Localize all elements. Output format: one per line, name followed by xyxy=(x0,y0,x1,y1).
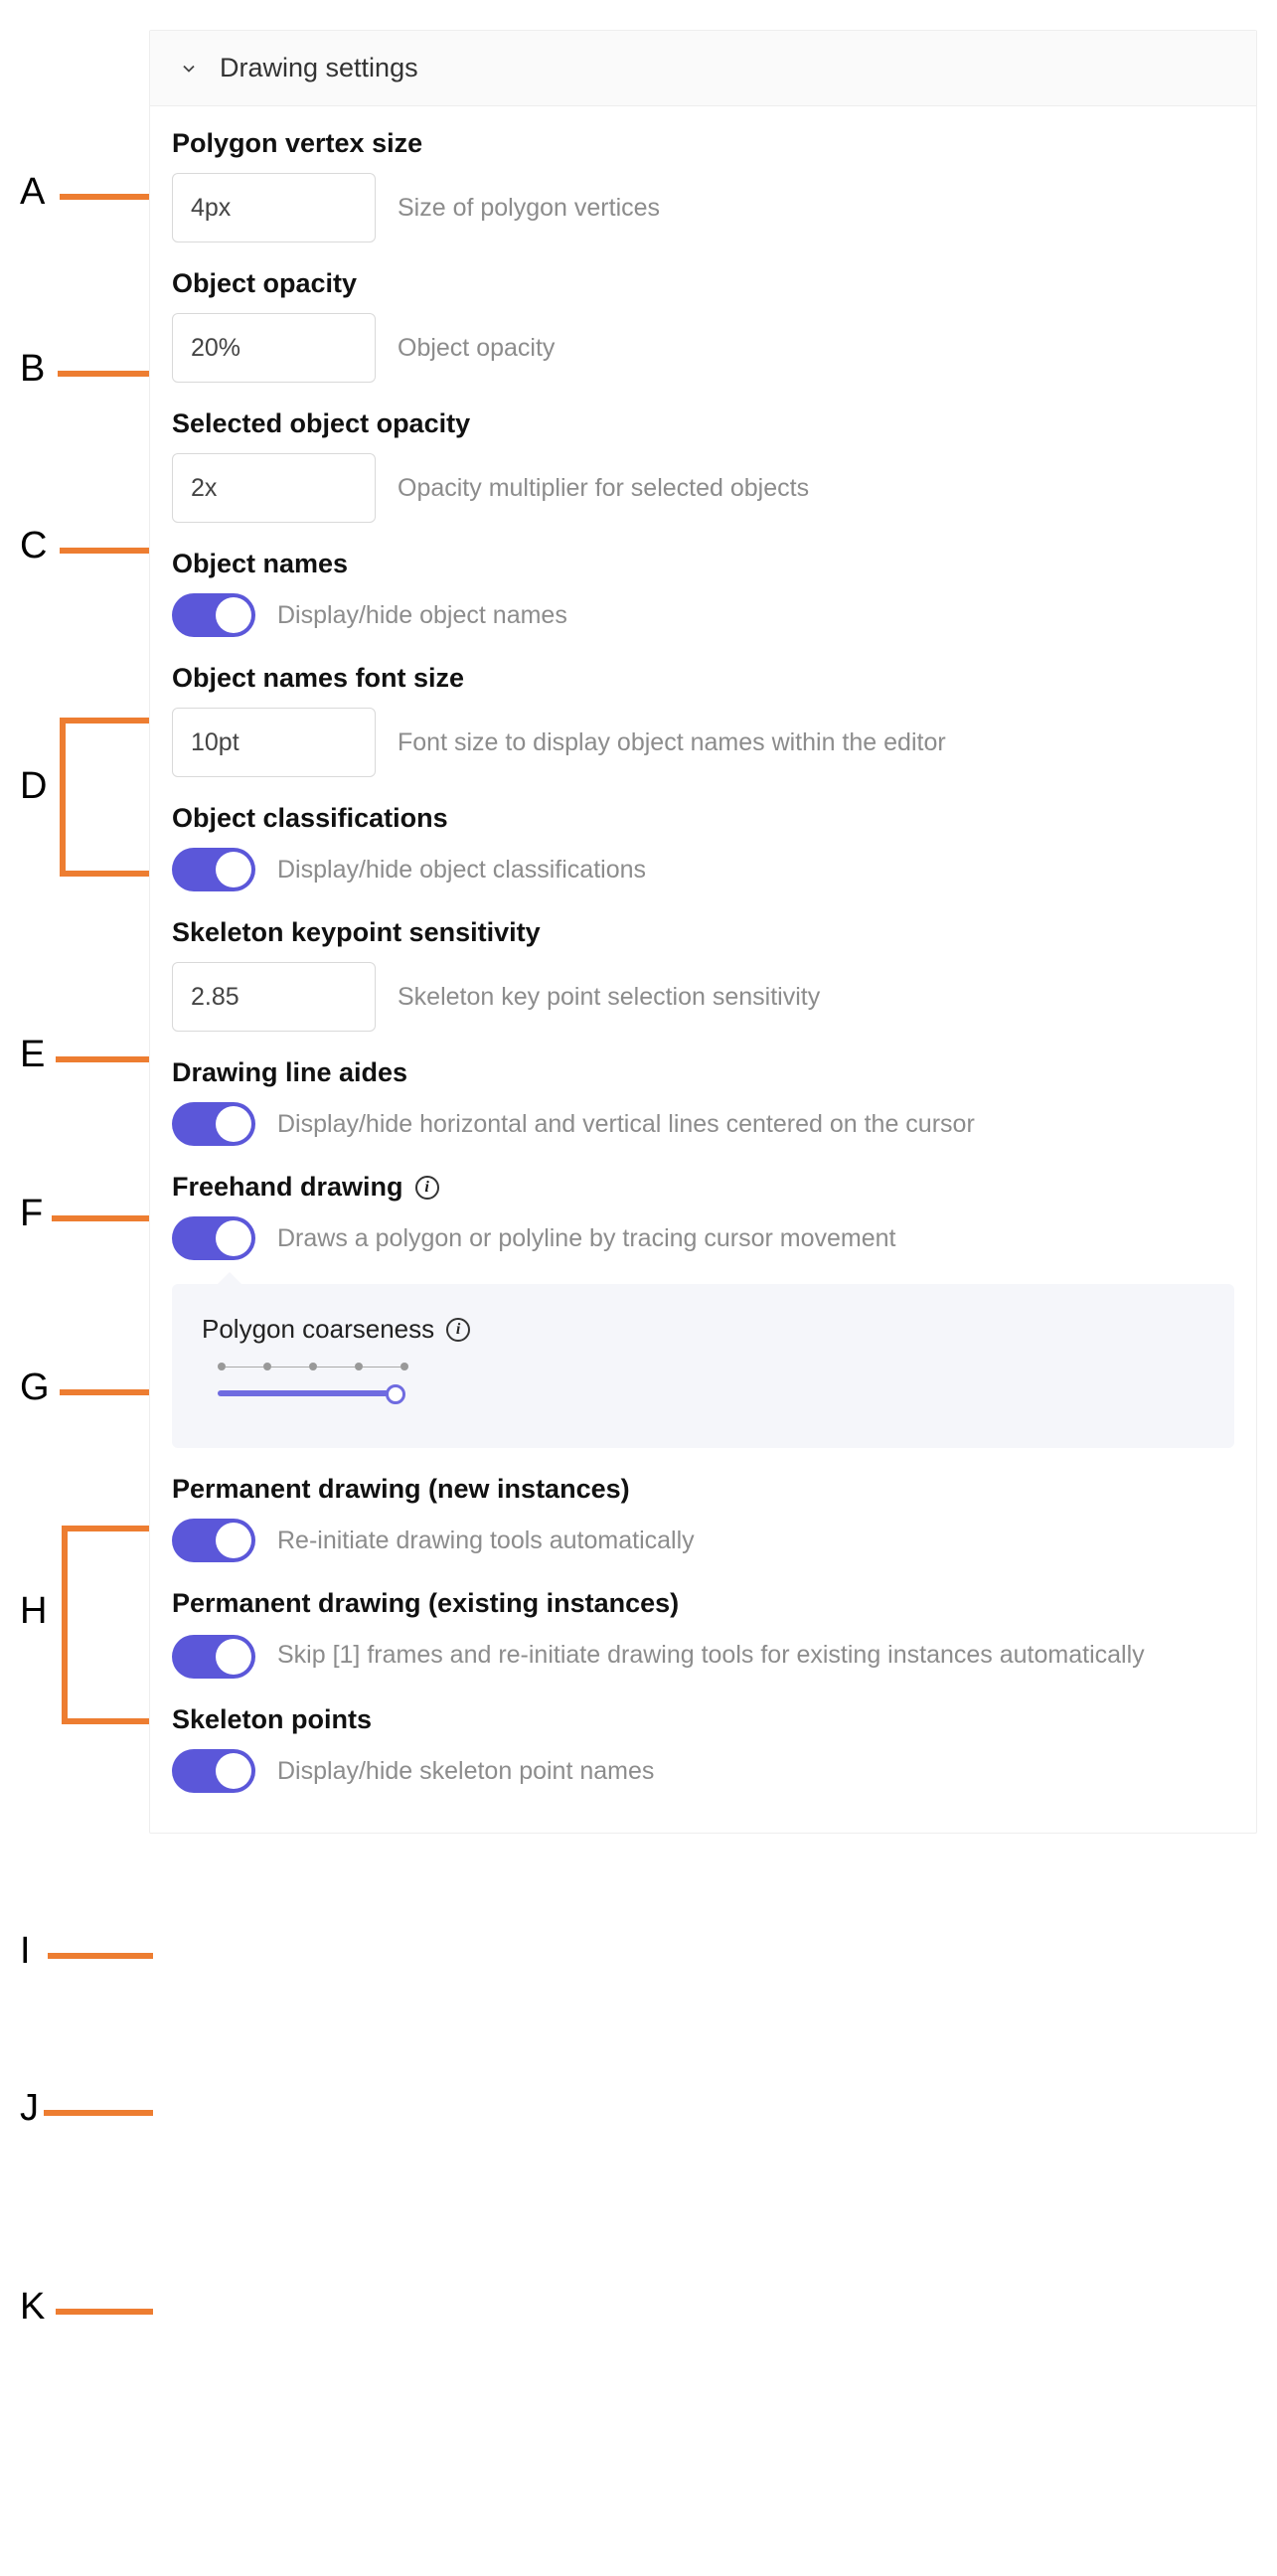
annotation-d: D xyxy=(20,765,47,808)
setting-selected-object-opacity: Selected object opacity Opacity multipli… xyxy=(172,408,1234,523)
setting-label: Drawing line aides xyxy=(172,1057,1234,1088)
permanent-drawing-existing-toggle[interactable] xyxy=(172,1635,255,1679)
drawing-settings-panel: Drawing settings Polygon vertex size Siz… xyxy=(149,30,1257,1834)
setting-desc: Display/hide skeleton point names xyxy=(277,1757,654,1786)
setting-desc: Object opacity xyxy=(398,334,555,363)
annotation-line xyxy=(56,2309,153,2315)
setting-desc: Size of polygon vertices xyxy=(398,194,660,223)
object-names-font-size-input[interactable] xyxy=(172,708,376,777)
panel-header[interactable]: Drawing settings xyxy=(150,31,1256,106)
label-text: Polygon coarseness xyxy=(202,1314,434,1345)
annotation-line xyxy=(58,371,153,377)
setting-polygon-vertex-size: Polygon vertex size Size of polygon vert… xyxy=(172,128,1234,242)
setting-skeleton-points: Skeleton points Display/hide skeleton po… xyxy=(172,1704,1234,1793)
label-text: Freehand drawing xyxy=(172,1172,403,1203)
freehand-drawing-toggle[interactable] xyxy=(172,1216,255,1260)
setting-desc: Skeleton key point selection sensitivity xyxy=(398,983,820,1012)
coarseness-dots-icon xyxy=(218,1363,1204,1370)
drawing-line-aides-toggle[interactable] xyxy=(172,1102,255,1146)
setting-desc: Font size to display object names within… xyxy=(398,728,946,757)
annotation-j: J xyxy=(20,2087,39,2130)
annotation-line xyxy=(62,1526,153,1531)
setting-label: Freehand drawing i xyxy=(172,1172,1234,1203)
setting-desc: Re-initiate drawing tools automatically xyxy=(277,1527,695,1555)
info-icon[interactable]: i xyxy=(415,1176,439,1200)
annotation-g: G xyxy=(20,1367,50,1409)
panel-body: Polygon vertex size Size of polygon vert… xyxy=(150,106,1256,1833)
setting-drawing-line-aides: Drawing line aides Display/hide horizont… xyxy=(172,1057,1234,1146)
annotation-line xyxy=(60,1389,153,1395)
setting-label: Skeleton points xyxy=(172,1704,1234,1735)
annotation-c: C xyxy=(20,525,47,567)
setting-label: Polygon vertex size xyxy=(172,128,1234,159)
annotation-b: B xyxy=(20,348,45,391)
setting-permanent-drawing-existing: Permanent drawing (existing instances) S… xyxy=(172,1588,1234,1679)
setting-label: Object names xyxy=(172,549,1234,579)
setting-object-names: Object names Display/hide object names xyxy=(172,549,1234,637)
setting-label: Permanent drawing (new instances) xyxy=(172,1474,1234,1505)
setting-object-opacity: Object opacity Object opacity xyxy=(172,268,1234,383)
annotation-a: A xyxy=(20,171,45,214)
annotation-e: E xyxy=(20,1034,45,1076)
setting-object-names-font-size: Object names font size Font size to disp… xyxy=(172,663,1234,777)
annotation-line xyxy=(44,2110,153,2116)
annotation-i: I xyxy=(20,1930,31,1973)
permanent-drawing-new-toggle[interactable] xyxy=(172,1519,255,1562)
annotation-line xyxy=(60,871,155,877)
skeleton-points-toggle[interactable] xyxy=(172,1749,255,1793)
object-names-toggle[interactable] xyxy=(172,593,255,637)
annotation-column: A B C D E F G H I J K xyxy=(0,0,149,2576)
setting-desc: Display/hide object names xyxy=(277,601,567,630)
annotation-line xyxy=(52,1215,153,1221)
setting-object-classifications: Object classifications Display/hide obje… xyxy=(172,803,1234,891)
annotation-line xyxy=(60,718,155,724)
chevron-down-icon xyxy=(178,58,200,80)
selected-object-opacity-input[interactable] xyxy=(172,453,376,523)
setting-label: Skeleton keypoint sensitivity xyxy=(172,917,1234,948)
polygon-coarseness-slider[interactable] xyxy=(218,1384,397,1402)
polygon-vertex-size-input[interactable] xyxy=(172,173,376,242)
setting-label: Selected object opacity xyxy=(172,408,1234,439)
annotation-line xyxy=(60,718,66,877)
setting-desc: Opacity multiplier for selected objects xyxy=(398,474,809,503)
annotation-line xyxy=(60,548,153,554)
setting-label: Object opacity xyxy=(172,268,1234,299)
setting-label: Polygon coarseness i xyxy=(202,1314,1204,1345)
setting-freehand-drawing: Freehand drawing i Draws a polygon or po… xyxy=(172,1172,1234,1448)
setting-label: Object classifications xyxy=(172,803,1234,834)
info-icon[interactable]: i xyxy=(446,1318,470,1342)
polygon-coarseness-panel: Polygon coarseness i xyxy=(172,1284,1234,1448)
setting-desc: Skip [1] frames and re-initiate drawing … xyxy=(277,1637,1145,1673)
annotation-line xyxy=(48,1953,153,1959)
setting-desc: Display/hide object classifications xyxy=(277,856,646,885)
annotation-h: H xyxy=(20,1590,47,1633)
setting-label: Object names font size xyxy=(172,663,1234,694)
annotation-line xyxy=(60,194,153,200)
setting-skeleton-keypoint-sensitivity: Skeleton keypoint sensitivity Skeleton k… xyxy=(172,917,1234,1032)
object-classifications-toggle[interactable] xyxy=(172,848,255,891)
annotation-f: F xyxy=(20,1193,43,1235)
annotation-k: K xyxy=(20,2286,45,2329)
panel-title: Drawing settings xyxy=(220,53,418,83)
setting-label: Permanent drawing (existing instances) xyxy=(172,1588,1234,1619)
skeleton-keypoint-sensitivity-input[interactable] xyxy=(172,962,376,1032)
object-opacity-input[interactable] xyxy=(172,313,376,383)
annotation-line xyxy=(56,1056,153,1062)
annotation-line xyxy=(62,1526,68,1724)
setting-permanent-drawing-new: Permanent drawing (new instances) Re-ini… xyxy=(172,1474,1234,1562)
setting-desc: Draws a polygon or polyline by tracing c… xyxy=(277,1224,896,1253)
annotation-line xyxy=(62,1718,153,1724)
setting-desc: Display/hide horizontal and vertical lin… xyxy=(277,1110,975,1139)
